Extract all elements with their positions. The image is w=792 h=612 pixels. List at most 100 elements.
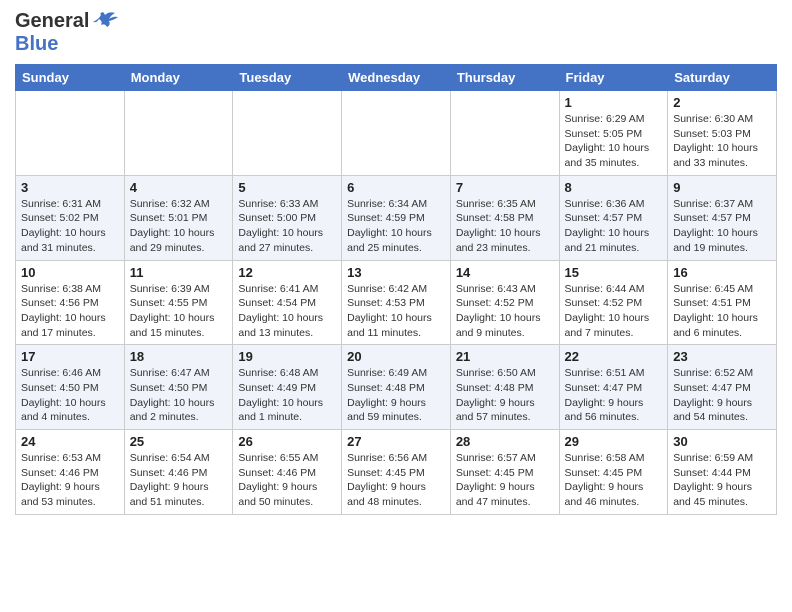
day-number: 9	[673, 180, 771, 195]
day-info: Sunrise: 6:34 AM Sunset: 4:59 PM Dayligh…	[347, 197, 445, 256]
calendar-cell: 7 Sunrise: 6:35 AM Sunset: 4:58 PM Daylig…	[450, 175, 559, 260]
calendar-cell: 4 Sunrise: 6:32 AM Sunset: 5:01 PM Daylig…	[124, 175, 233, 260]
day-info: Sunrise: 6:49 AM Sunset: 4:48 PM Dayligh…	[347, 366, 445, 425]
day-number: 8	[565, 180, 663, 195]
day-info: Sunrise: 6:58 AM Sunset: 4:45 PM Dayligh…	[565, 451, 663, 510]
calendar-cell: 29 Sunrise: 6:58 AM Sunset: 4:45 PM Dayli…	[559, 430, 668, 515]
calendar-cell: 17 Sunrise: 6:46 AM Sunset: 4:50 PM Dayli…	[16, 345, 125, 430]
day-info: Sunrise: 6:32 AM Sunset: 5:01 PM Dayligh…	[130, 197, 228, 256]
calendar-week-row: 24 Sunrise: 6:53 AM Sunset: 4:46 PM Dayli…	[16, 430, 777, 515]
day-number: 17	[21, 349, 119, 364]
calendar-cell: 18Sunrise: 6:47 AM Sunset: 4:50 PM Dayli…	[124, 345, 233, 430]
day-info: Sunrise: 6:38 AM Sunset: 4:56 PM Dayligh…	[21, 282, 119, 341]
calendar-cell: 6 Sunrise: 6:34 AM Sunset: 4:59 PM Daylig…	[342, 175, 451, 260]
calendar-cell	[124, 91, 233, 176]
day-info: Sunrise: 6:47 AM Sunset: 4:50 PM Dayligh…	[130, 366, 228, 425]
calendar-cell	[450, 91, 559, 176]
day-info: Sunrise: 6:45 AM Sunset: 4:51 PM Dayligh…	[673, 282, 771, 341]
calendar-cell: 30Sunrise: 6:59 AM Sunset: 4:44 PM Dayli…	[668, 430, 777, 515]
day-info: Sunrise: 6:29 AM Sunset: 5:05 PM Dayligh…	[565, 112, 663, 171]
calendar-cell: 19 Sunrise: 6:48 AM Sunset: 4:49 PM Dayli…	[233, 345, 342, 430]
calendar-cell: 8 Sunrise: 6:36 AM Sunset: 4:57 PM Daylig…	[559, 175, 668, 260]
day-info: Sunrise: 6:53 AM Sunset: 4:46 PM Dayligh…	[21, 451, 119, 510]
calendar-day-header: Saturday	[668, 65, 777, 91]
day-number: 1	[565, 95, 663, 110]
calendar-cell: 23Sunrise: 6:52 AM Sunset: 4:47 PM Dayli…	[668, 345, 777, 430]
calendar-cell: 26 Sunrise: 6:55 AM Sunset: 4:46 PM Dayli…	[233, 430, 342, 515]
day-number: 7	[456, 180, 554, 195]
day-number: 19	[238, 349, 336, 364]
day-info: Sunrise: 6:33 AM Sunset: 5:00 PM Dayligh…	[238, 197, 336, 256]
day-info: Sunrise: 6:57 AM Sunset: 4:45 PM Dayligh…	[456, 451, 554, 510]
day-number: 21	[456, 349, 554, 364]
logo-bird-icon	[91, 11, 119, 33]
calendar-cell: 28 Sunrise: 6:57 AM Sunset: 4:45 PM Dayli…	[450, 430, 559, 515]
calendar-cell: 21Sunrise: 6:50 AM Sunset: 4:48 PM Dayli…	[450, 345, 559, 430]
day-number: 29	[565, 434, 663, 449]
day-info: Sunrise: 6:35 AM Sunset: 4:58 PM Dayligh…	[456, 197, 554, 256]
day-info: Sunrise: 6:41 AM Sunset: 4:54 PM Dayligh…	[238, 282, 336, 341]
day-info: Sunrise: 6:42 AM Sunset: 4:53 PM Dayligh…	[347, 282, 445, 341]
day-info: Sunrise: 6:51 AM Sunset: 4:47 PM Dayligh…	[565, 366, 663, 425]
calendar-day-header: Monday	[124, 65, 233, 91]
calendar-week-row: 3 Sunrise: 6:31 AM Sunset: 5:02 PM Daylig…	[16, 175, 777, 260]
calendar-cell: 3 Sunrise: 6:31 AM Sunset: 5:02 PM Daylig…	[16, 175, 125, 260]
logo-general: General	[15, 10, 89, 33]
calendar-day-header: Friday	[559, 65, 668, 91]
day-number: 14	[456, 265, 554, 280]
calendar-day-header: Sunday	[16, 65, 125, 91]
calendar-cell: 15 Sunrise: 6:44 AM Sunset: 4:52 PM Dayli…	[559, 260, 668, 345]
day-number: 15	[565, 265, 663, 280]
calendar-cell	[342, 91, 451, 176]
day-number: 25	[130, 434, 228, 449]
calendar-week-row: 10 Sunrise: 6:38 AM Sunset: 4:56 PM Dayli…	[16, 260, 777, 345]
day-number: 11	[130, 265, 228, 280]
day-info: Sunrise: 6:31 AM Sunset: 5:02 PM Dayligh…	[21, 197, 119, 256]
calendar-cell: 5Sunrise: 6:33 AM Sunset: 5:00 PM Daylig…	[233, 175, 342, 260]
day-info: Sunrise: 6:46 AM Sunset: 4:50 PM Dayligh…	[21, 366, 119, 425]
page-header: General Blue	[15, 10, 777, 56]
day-number: 22	[565, 349, 663, 364]
day-number: 24	[21, 434, 119, 449]
calendar-day-header: Wednesday	[342, 65, 451, 91]
calendar-cell: 25 Sunrise: 6:54 AM Sunset: 4:46 PM Dayli…	[124, 430, 233, 515]
page-container: General Blue SundayMondayTuesdayWednesda…	[0, 0, 792, 525]
day-info: Sunrise: 6:54 AM Sunset: 4:46 PM Dayligh…	[130, 451, 228, 510]
calendar-cell: 14 Sunrise: 6:43 AM Sunset: 4:52 PM Dayli…	[450, 260, 559, 345]
calendar-cell: 20 Sunrise: 6:49 AM Sunset: 4:48 PM Dayli…	[342, 345, 451, 430]
day-info: Sunrise: 6:59 AM Sunset: 4:44 PM Dayligh…	[673, 451, 771, 510]
calendar-cell: 11Sunrise: 6:39 AM Sunset: 4:55 PM Dayli…	[124, 260, 233, 345]
day-info: Sunrise: 6:30 AM Sunset: 5:03 PM Dayligh…	[673, 112, 771, 171]
calendar-cell: 13 Sunrise: 6:42 AM Sunset: 4:53 PM Dayli…	[342, 260, 451, 345]
logo: General Blue	[15, 10, 119, 56]
calendar-table: SundayMondayTuesdayWednesdayThursdayFrid…	[15, 64, 777, 515]
day-number: 13	[347, 265, 445, 280]
day-number: 27	[347, 434, 445, 449]
day-info: Sunrise: 6:44 AM Sunset: 4:52 PM Dayligh…	[565, 282, 663, 341]
day-number: 6	[347, 180, 445, 195]
day-number: 4	[130, 180, 228, 195]
day-info: Sunrise: 6:36 AM Sunset: 4:57 PM Dayligh…	[565, 197, 663, 256]
day-number: 10	[21, 265, 119, 280]
calendar-week-row: 17 Sunrise: 6:46 AM Sunset: 4:50 PM Dayli…	[16, 345, 777, 430]
calendar-cell: 9Sunrise: 6:37 AM Sunset: 4:57 PM Daylig…	[668, 175, 777, 260]
calendar-cell: 1 Sunrise: 6:29 AM Sunset: 5:05 PM Daylig…	[559, 91, 668, 176]
logo-blue: Blue	[15, 33, 58, 55]
day-info: Sunrise: 6:48 AM Sunset: 4:49 PM Dayligh…	[238, 366, 336, 425]
day-number: 26	[238, 434, 336, 449]
day-number: 3	[21, 180, 119, 195]
calendar-cell: 16Sunrise: 6:45 AM Sunset: 4:51 PM Dayli…	[668, 260, 777, 345]
calendar-week-row: 1 Sunrise: 6:29 AM Sunset: 5:05 PM Daylig…	[16, 91, 777, 176]
calendar-cell: 2Sunrise: 6:30 AM Sunset: 5:03 PM Daylig…	[668, 91, 777, 176]
calendar-day-header: Thursday	[450, 65, 559, 91]
day-number: 20	[347, 349, 445, 364]
day-number: 12	[238, 265, 336, 280]
day-info: Sunrise: 6:52 AM Sunset: 4:47 PM Dayligh…	[673, 366, 771, 425]
calendar-cell: 22 Sunrise: 6:51 AM Sunset: 4:47 PM Dayli…	[559, 345, 668, 430]
day-info: Sunrise: 6:43 AM Sunset: 4:52 PM Dayligh…	[456, 282, 554, 341]
day-number: 28	[456, 434, 554, 449]
calendar-cell	[16, 91, 125, 176]
calendar-cell	[233, 91, 342, 176]
day-info: Sunrise: 6:55 AM Sunset: 4:46 PM Dayligh…	[238, 451, 336, 510]
day-info: Sunrise: 6:56 AM Sunset: 4:45 PM Dayligh…	[347, 451, 445, 510]
